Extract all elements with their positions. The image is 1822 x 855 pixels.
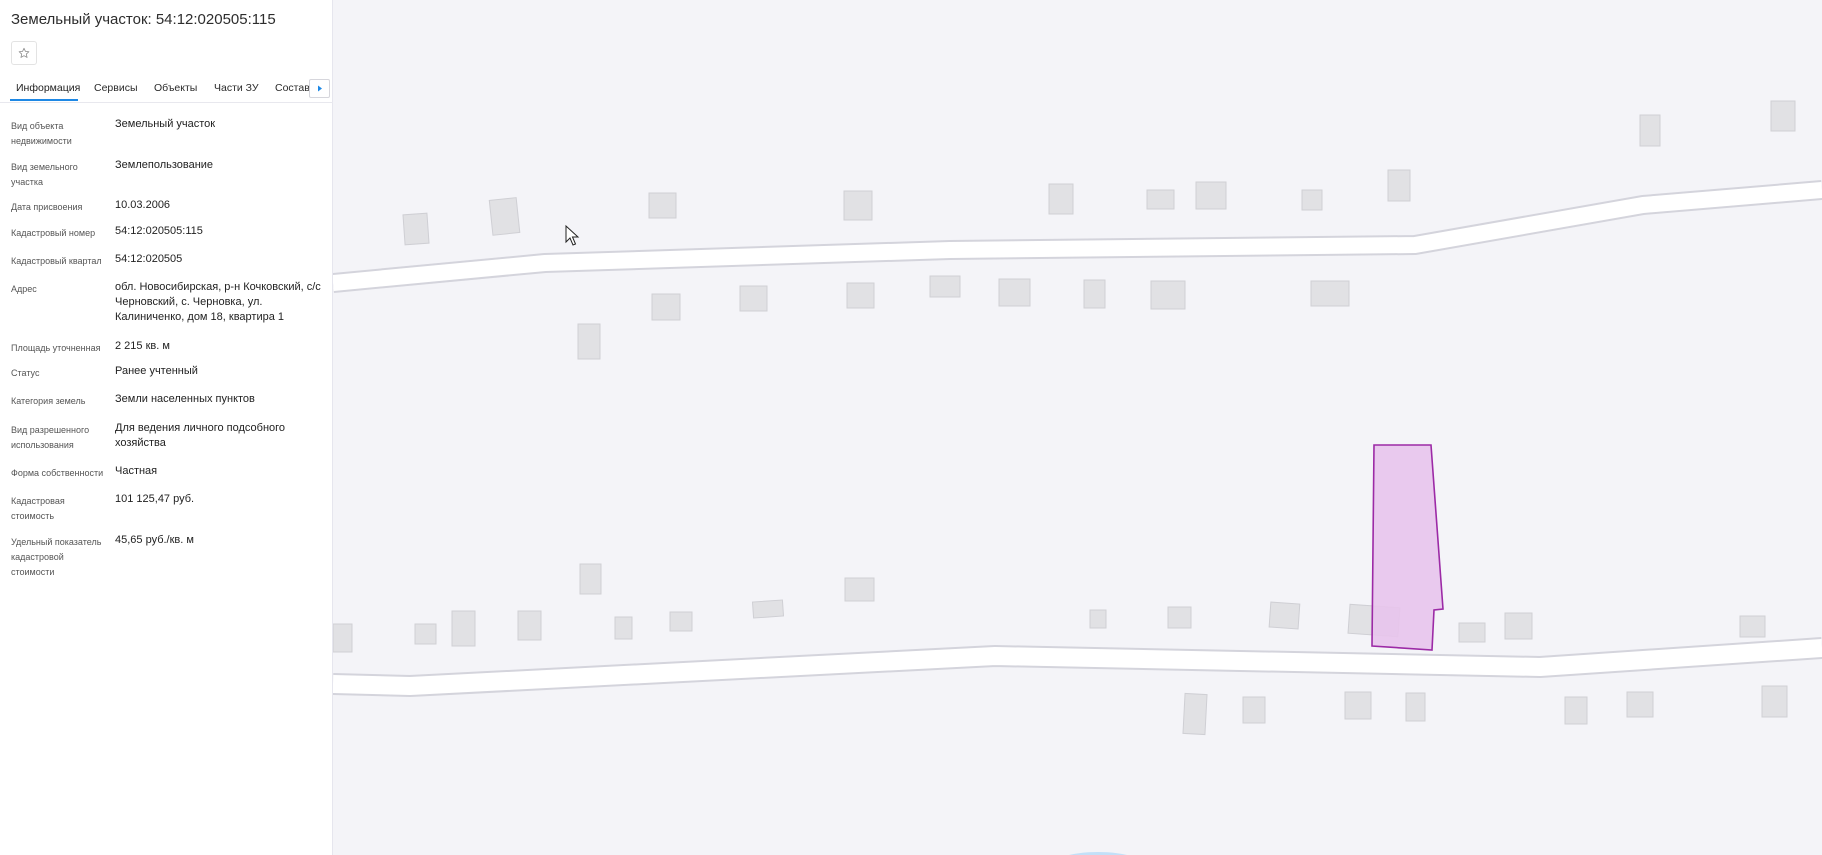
detail-label: Категория земель [11, 396, 86, 406]
building [843, 190, 873, 221]
detail-value: 2 215 кв. м [115, 340, 170, 352]
detail-label: Кадастровая стоимость [11, 496, 65, 521]
active-tab-indicator [10, 99, 78, 101]
building [579, 563, 602, 595]
detail-value: 101 125,47 руб. [115, 493, 195, 505]
building [1564, 696, 1588, 725]
building [1310, 280, 1350, 307]
detail-label: Вид земельного участка [11, 162, 78, 187]
detail-label: Форма собственности [11, 468, 104, 478]
building [414, 623, 437, 645]
detail-label: Вид разрешенного использования [11, 425, 90, 450]
building [577, 323, 601, 360]
building [1458, 622, 1486, 643]
building [1739, 615, 1766, 638]
tab-information[interactable]: Информация [16, 82, 80, 94]
detail-value: Земли населенных пунктов [115, 393, 255, 405]
detail-label: Кадастровый номер [11, 228, 96, 238]
chevron-right-icon [317, 85, 322, 92]
tab-land-parts[interactable]: Части ЗУ [214, 82, 259, 94]
detail-label: Удельный показатель кадастровой стоимост… [11, 537, 102, 577]
building [1150, 280, 1186, 310]
building [739, 285, 768, 312]
building [1344, 691, 1372, 720]
detail-label: Статус [11, 368, 40, 378]
building [1387, 169, 1411, 202]
detail-label: Дата присвоения [11, 202, 83, 212]
building [669, 611, 693, 632]
detail-value: 54:12:020505:115 [115, 225, 203, 237]
building [751, 599, 785, 619]
detail-value: 10.03.2006 [115, 199, 171, 211]
building [651, 293, 681, 321]
detail-label: Вид объекта недвижимости [11, 121, 72, 146]
building [998, 278, 1031, 307]
star-outline-icon [18, 47, 30, 58]
selected-parcel[interactable] [1371, 444, 1444, 651]
map-view[interactable] [333, 0, 1822, 855]
tab-objects[interactable]: Объекты [154, 82, 197, 94]
detail-label: Кадастровый квартал [11, 256, 102, 266]
building [648, 192, 677, 219]
building [1089, 609, 1107, 629]
building [614, 616, 633, 640]
building [1626, 691, 1654, 718]
building [1504, 612, 1533, 640]
tab-services[interactable]: Сервисы [94, 82, 138, 94]
building [1083, 279, 1106, 309]
detail-value: 45,65 руб./кв. м [115, 534, 194, 546]
building [1242, 696, 1266, 724]
building [1761, 685, 1788, 718]
building [1167, 606, 1192, 629]
detail-value: обл. Новосибирская, р-н Кочковский, с/с … [115, 281, 321, 323]
detail-value: Земельный участок [115, 118, 216, 130]
building [929, 275, 961, 298]
tab-composition[interactable]: Состав [275, 82, 310, 94]
detail-value: 54:12:020505 [115, 253, 183, 265]
building [1146, 189, 1175, 210]
building [1268, 601, 1301, 630]
building [451, 610, 476, 647]
detail-value: Ранее учтенный [115, 365, 198, 377]
building [1405, 692, 1426, 722]
building [517, 610, 542, 641]
building [1048, 183, 1074, 215]
info-panel: Земельный участок: 54:12:020505:115 Инфо… [0, 0, 333, 855]
map-background [333, 0, 1822, 855]
detail-label: Адрес [11, 284, 37, 294]
building [1182, 692, 1208, 736]
tab-bar: Информация Сервисы Объекты Части ЗУ Сост… [0, 75, 333, 103]
building [844, 577, 875, 602]
detail-value: Землепользование [115, 159, 214, 171]
building [488, 197, 521, 236]
building [1770, 100, 1796, 132]
building [1195, 181, 1227, 210]
detail-value: Для ведения личного подсобного хозяйства [115, 422, 286, 449]
building [846, 282, 875, 309]
building [1301, 189, 1323, 211]
favorite-button[interactable] [11, 41, 37, 65]
building [1639, 114, 1661, 147]
detail-value: Частная [115, 465, 158, 477]
detail-label: Площадь уточненная [11, 343, 101, 353]
page-title: Земельный участок: 54:12:020505:115 [11, 11, 276, 28]
building [333, 623, 353, 653]
building [402, 212, 430, 246]
tabs-scroll-right-button[interactable] [309, 79, 330, 98]
